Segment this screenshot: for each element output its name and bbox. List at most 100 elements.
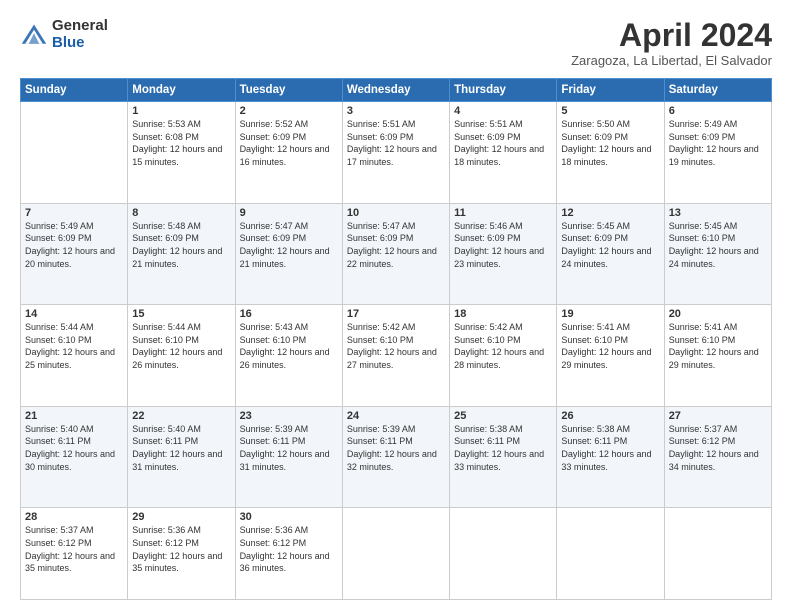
cell-info: Sunrise: 5:53 AM Sunset: 6:08 PM Dayligh… — [132, 118, 230, 168]
table-row — [342, 508, 449, 600]
table-row: 25Sunrise: 5:38 AM Sunset: 6:11 PM Dayli… — [450, 406, 557, 508]
table-row: 16Sunrise: 5:43 AM Sunset: 6:10 PM Dayli… — [235, 305, 342, 407]
table-row: 20Sunrise: 5:41 AM Sunset: 6:10 PM Dayli… — [664, 305, 771, 407]
day-number: 8 — [132, 207, 230, 219]
day-number: 26 — [561, 410, 659, 422]
table-row — [450, 508, 557, 600]
day-number: 24 — [347, 410, 445, 422]
day-number: 6 — [669, 105, 767, 117]
cell-info: Sunrise: 5:47 AM Sunset: 6:09 PM Dayligh… — [240, 220, 338, 270]
table-row: 1Sunrise: 5:53 AM Sunset: 6:08 PM Daylig… — [128, 102, 235, 204]
calendar-table: Sunday Monday Tuesday Wednesday Thursday… — [20, 78, 772, 600]
table-row: 13Sunrise: 5:45 AM Sunset: 6:10 PM Dayli… — [664, 203, 771, 305]
col-sunday: Sunday — [21, 79, 128, 102]
cell-info: Sunrise: 5:37 AM Sunset: 6:12 PM Dayligh… — [669, 423, 767, 473]
cell-info: Sunrise: 5:51 AM Sunset: 6:09 PM Dayligh… — [454, 118, 552, 168]
cell-info: Sunrise: 5:38 AM Sunset: 6:11 PM Dayligh… — [561, 423, 659, 473]
location-subtitle: Zaragoza, La Libertad, El Salvador — [571, 53, 772, 68]
table-row: 7Sunrise: 5:49 AM Sunset: 6:09 PM Daylig… — [21, 203, 128, 305]
day-number: 23 — [240, 410, 338, 422]
table-row: 8Sunrise: 5:48 AM Sunset: 6:09 PM Daylig… — [128, 203, 235, 305]
day-number: 20 — [669, 308, 767, 320]
table-row: 5Sunrise: 5:50 AM Sunset: 6:09 PM Daylig… — [557, 102, 664, 204]
col-thursday: Thursday — [450, 79, 557, 102]
table-row — [664, 508, 771, 600]
table-row: 12Sunrise: 5:45 AM Sunset: 6:09 PM Dayli… — [557, 203, 664, 305]
table-row: 26Sunrise: 5:38 AM Sunset: 6:11 PM Dayli… — [557, 406, 664, 508]
day-number: 4 — [454, 105, 552, 117]
col-wednesday: Wednesday — [342, 79, 449, 102]
day-number: 1 — [132, 105, 230, 117]
table-row: 2Sunrise: 5:52 AM Sunset: 6:09 PM Daylig… — [235, 102, 342, 204]
day-number: 21 — [25, 410, 123, 422]
cell-info: Sunrise: 5:40 AM Sunset: 6:11 PM Dayligh… — [25, 423, 123, 473]
cell-info: Sunrise: 5:36 AM Sunset: 6:12 PM Dayligh… — [132, 524, 230, 574]
day-number: 12 — [561, 207, 659, 219]
day-number: 7 — [25, 207, 123, 219]
cell-info: Sunrise: 5:42 AM Sunset: 6:10 PM Dayligh… — [347, 321, 445, 371]
day-number: 30 — [240, 511, 338, 523]
title-block: April 2024 Zaragoza, La Libertad, El Sal… — [571, 18, 772, 68]
table-row: 19Sunrise: 5:41 AM Sunset: 6:10 PM Dayli… — [557, 305, 664, 407]
day-number: 19 — [561, 308, 659, 320]
logo-text: General Blue — [52, 18, 108, 51]
table-row — [557, 508, 664, 600]
cell-info: Sunrise: 5:49 AM Sunset: 6:09 PM Dayligh… — [669, 118, 767, 168]
day-number: 18 — [454, 308, 552, 320]
logo-icon — [20, 21, 48, 49]
cell-info: Sunrise: 5:38 AM Sunset: 6:11 PM Dayligh… — [454, 423, 552, 473]
day-number: 27 — [669, 410, 767, 422]
page: General Blue April 2024 Zaragoza, La Lib… — [0, 0, 792, 612]
cell-info: Sunrise: 5:44 AM Sunset: 6:10 PM Dayligh… — [25, 321, 123, 371]
calendar-week-row: 28Sunrise: 5:37 AM Sunset: 6:12 PM Dayli… — [21, 508, 772, 600]
col-friday: Friday — [557, 79, 664, 102]
table-row: 11Sunrise: 5:46 AM Sunset: 6:09 PM Dayli… — [450, 203, 557, 305]
cell-info: Sunrise: 5:47 AM Sunset: 6:09 PM Dayligh… — [347, 220, 445, 270]
logo-blue-label: Blue — [52, 35, 108, 52]
cell-info: Sunrise: 5:46 AM Sunset: 6:09 PM Dayligh… — [454, 220, 552, 270]
col-monday: Monday — [128, 79, 235, 102]
cell-info: Sunrise: 5:52 AM Sunset: 6:09 PM Dayligh… — [240, 118, 338, 168]
day-number: 29 — [132, 511, 230, 523]
table-row: 18Sunrise: 5:42 AM Sunset: 6:10 PM Dayli… — [450, 305, 557, 407]
table-row: 28Sunrise: 5:37 AM Sunset: 6:12 PM Dayli… — [21, 508, 128, 600]
table-row: 24Sunrise: 5:39 AM Sunset: 6:11 PM Dayli… — [342, 406, 449, 508]
cell-info: Sunrise: 5:45 AM Sunset: 6:10 PM Dayligh… — [669, 220, 767, 270]
day-number: 3 — [347, 105, 445, 117]
day-number: 14 — [25, 308, 123, 320]
logo-general-label: General — [52, 18, 108, 35]
table-row: 30Sunrise: 5:36 AM Sunset: 6:12 PM Dayli… — [235, 508, 342, 600]
day-number: 22 — [132, 410, 230, 422]
calendar-week-row: 1Sunrise: 5:53 AM Sunset: 6:08 PM Daylig… — [21, 102, 772, 204]
cell-info: Sunrise: 5:36 AM Sunset: 6:12 PM Dayligh… — [240, 524, 338, 574]
col-tuesday: Tuesday — [235, 79, 342, 102]
cell-info: Sunrise: 5:50 AM Sunset: 6:09 PM Dayligh… — [561, 118, 659, 168]
cell-info: Sunrise: 5:48 AM Sunset: 6:09 PM Dayligh… — [132, 220, 230, 270]
table-row: 3Sunrise: 5:51 AM Sunset: 6:09 PM Daylig… — [342, 102, 449, 204]
calendar-week-row: 14Sunrise: 5:44 AM Sunset: 6:10 PM Dayli… — [21, 305, 772, 407]
day-number: 2 — [240, 105, 338, 117]
cell-info: Sunrise: 5:42 AM Sunset: 6:10 PM Dayligh… — [454, 321, 552, 371]
cell-info: Sunrise: 5:41 AM Sunset: 6:10 PM Dayligh… — [669, 321, 767, 371]
cell-info: Sunrise: 5:45 AM Sunset: 6:09 PM Dayligh… — [561, 220, 659, 270]
cell-info: Sunrise: 5:39 AM Sunset: 6:11 PM Dayligh… — [240, 423, 338, 473]
day-number: 11 — [454, 207, 552, 219]
col-saturday: Saturday — [664, 79, 771, 102]
day-number: 13 — [669, 207, 767, 219]
logo: General Blue — [20, 18, 108, 51]
cell-info: Sunrise: 5:40 AM Sunset: 6:11 PM Dayligh… — [132, 423, 230, 473]
cell-info: Sunrise: 5:39 AM Sunset: 6:11 PM Dayligh… — [347, 423, 445, 473]
calendar-week-row: 7Sunrise: 5:49 AM Sunset: 6:09 PM Daylig… — [21, 203, 772, 305]
header: General Blue April 2024 Zaragoza, La Lib… — [20, 18, 772, 68]
table-row: 15Sunrise: 5:44 AM Sunset: 6:10 PM Dayli… — [128, 305, 235, 407]
day-number: 9 — [240, 207, 338, 219]
calendar-week-row: 21Sunrise: 5:40 AM Sunset: 6:11 PM Dayli… — [21, 406, 772, 508]
table-row: 17Sunrise: 5:42 AM Sunset: 6:10 PM Dayli… — [342, 305, 449, 407]
day-number: 15 — [132, 308, 230, 320]
day-number: 5 — [561, 105, 659, 117]
day-number: 17 — [347, 308, 445, 320]
table-row: 6Sunrise: 5:49 AM Sunset: 6:09 PM Daylig… — [664, 102, 771, 204]
day-number: 28 — [25, 511, 123, 523]
month-title: April 2024 — [571, 18, 772, 53]
day-number: 25 — [454, 410, 552, 422]
